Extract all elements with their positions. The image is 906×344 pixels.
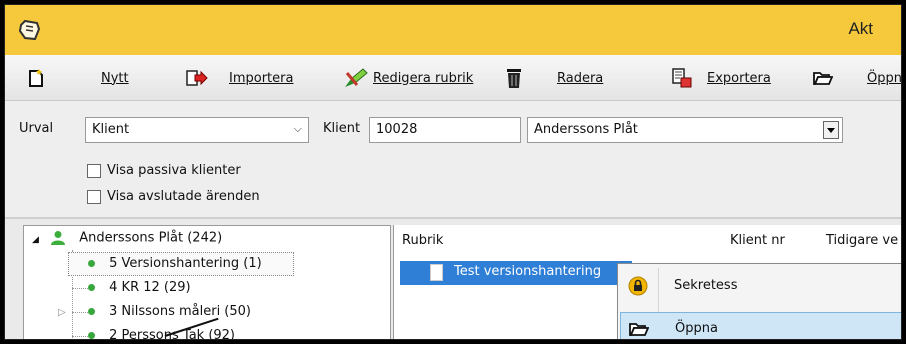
tree-item[interactable]: 5 Versionshantering (1) (88, 256, 262, 271)
import-icon (186, 70, 208, 86)
export-icon (672, 68, 692, 88)
urval-label: Urval (19, 121, 54, 136)
klient-number-input[interactable]: 10028 (369, 117, 521, 143)
import-button-label: Importera (229, 70, 294, 86)
open-button[interactable]: Öppna (813, 55, 902, 101)
export-button[interactable]: Exportera (671, 55, 771, 101)
context-menu-item-open[interactable]: Öppna (620, 312, 901, 339)
column-header-klient-nr[interactable]: Klient nr (730, 233, 785, 248)
status-dot-icon (87, 308, 95, 315)
lock-icon (628, 276, 648, 296)
status-dot-icon (88, 332, 95, 339)
show-passive-clients-label: Visa passiva klienter (107, 163, 241, 178)
checkbox-box[interactable] (87, 189, 101, 204)
context-menu-item-label: Öppna (675, 321, 718, 336)
list-row-title: Test versionshantering (454, 264, 602, 279)
filter-panel: Urval Klient ⌵ Klient 10028 Anderssons P… (5, 101, 901, 219)
toolbar: Nytt Importera Redigera rubrik Radera Ex… (5, 55, 901, 101)
tree-item[interactable]: 4 KR 12 (29) (88, 280, 191, 295)
tree-root-item[interactable]: ◢ Anderssons Plåt (242) (32, 230, 222, 246)
new-document-icon (29, 69, 43, 87)
open-button-label: Öppna (867, 70, 902, 86)
klient-name-select[interactable]: Anderssons Plåt (527, 117, 843, 143)
status-dot-icon (88, 260, 95, 267)
klient-number-value: 10028 (376, 122, 418, 137)
column-header-rubrik[interactable]: Rubrik (402, 233, 443, 248)
klient-label: Klient (323, 121, 361, 136)
edit-heading-button-label: Redigera rubrik (373, 70, 474, 86)
tree-item-label: 3 Nilssons måleri (50) (108, 304, 251, 319)
import-button[interactable]: Importera (185, 55, 293, 101)
urval-select-value: Klient (92, 122, 130, 137)
edit-heading-button[interactable]: Redigera rubrik (343, 55, 473, 101)
title-bar: Akt (5, 5, 901, 55)
list-row-selected[interactable]: Test versionshantering (400, 261, 632, 285)
status-dot-icon (88, 284, 95, 291)
urval-select[interactable]: Klient ⌵ (85, 117, 309, 143)
klient-name-value: Anderssons Plåt (534, 122, 638, 137)
tree-item[interactable]: ▷ 3 Nilssons måleri (50) (58, 304, 251, 319)
new-button-label: Nytt (101, 70, 129, 86)
folder-open-icon (813, 72, 833, 85)
delete-button-label: Radera (557, 70, 604, 86)
context-menu: Sekretess Öppna (617, 263, 901, 339)
tree-item-label: 5 Versionshantering (1) (109, 256, 262, 271)
edit-heading-icon (345, 68, 368, 87)
delete-button[interactable]: Radera (505, 55, 603, 101)
expand-triangle-icon[interactable]: ◢ (32, 235, 39, 245)
show-closed-cases-checkbox[interactable]: Visa avslutade ärenden (87, 189, 260, 204)
document-icon (430, 264, 443, 281)
context-menu-item-label: Sekretess (674, 278, 738, 293)
window-title: Akt (848, 19, 873, 38)
app-window: Akt Nytt Importera Redigera rubrik Rader… (4, 4, 902, 340)
show-closed-cases-label: Visa avslutade ärenden (107, 189, 260, 204)
user-icon (51, 231, 66, 245)
folder-open-icon (629, 323, 649, 336)
expand-chevron-icon[interactable]: ▷ (58, 307, 66, 318)
tree-item[interactable]: 2 Perssons Tak (92) (88, 328, 235, 339)
export-button-label: Exportera (707, 70, 771, 86)
checkbox-box[interactable] (87, 163, 101, 178)
show-passive-clients-checkbox[interactable]: Visa passiva klienter (87, 163, 241, 178)
context-menu-item-sekretess[interactable]: Sekretess (620, 270, 901, 302)
tree-root-label: Anderssons Plåt (242) (79, 230, 223, 246)
new-button[interactable]: Nytt (27, 55, 129, 101)
column-header-tidigare[interactable]: Tidigare ve (826, 233, 898, 248)
app-logo-icon (18, 19, 41, 41)
tree-item-label: 4 KR 12 (29) (109, 280, 191, 295)
chevron-down-icon: ⌵ (293, 122, 302, 135)
trash-icon (507, 69, 521, 88)
dropdown-arrow-icon[interactable] (823, 121, 839, 139)
